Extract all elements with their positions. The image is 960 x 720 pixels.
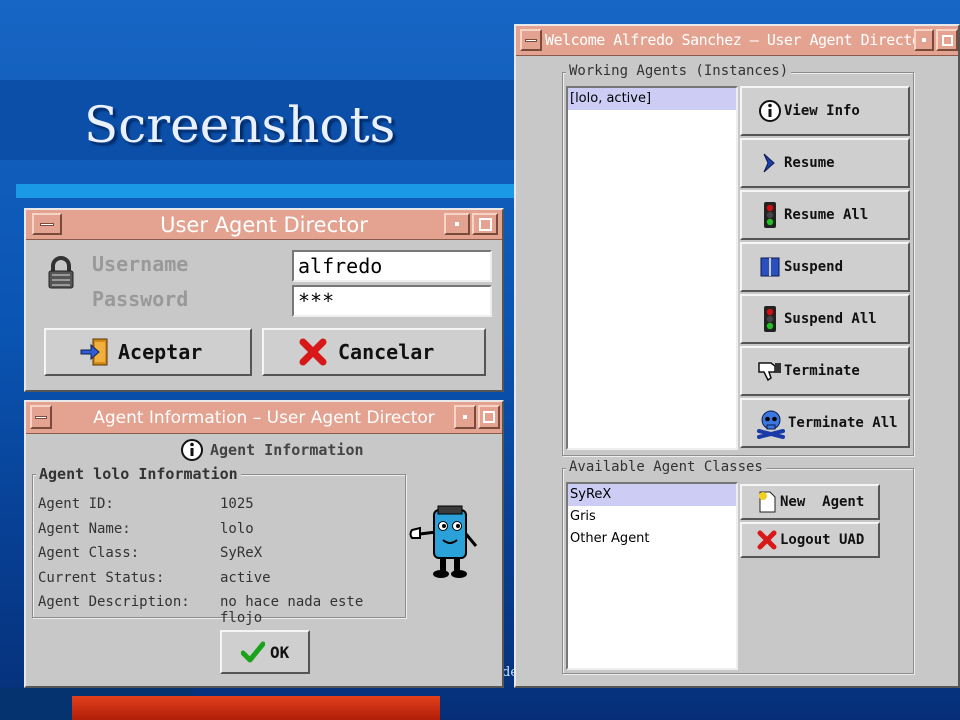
suspend-button[interactable]: Suspend <box>740 242 910 292</box>
square-icon <box>478 217 492 231</box>
lock-icon <box>48 256 74 289</box>
info-row-key: Agent Name: <box>38 520 131 537</box>
info-row-value: SyReX <box>220 545 263 561</box>
accept-label: Aceptar <box>118 340 203 364</box>
list-item[interactable]: SyReX <box>568 484 736 506</box>
maximize-button[interactable] <box>478 405 500 429</box>
slide-red-bar <box>72 696 440 720</box>
agent-classes-list[interactable]: SyReX Gris Other Agent <box>566 482 738 670</box>
director-titlebar: Welcome Alfredo Sanchez – User Agent Dir… <box>516 26 958 56</box>
dot-icon <box>455 222 459 226</box>
square-icon <box>941 34 953 46</box>
list-item[interactable]: [lolo, active] <box>568 88 736 110</box>
cancel-button[interactable]: Cancelar <box>262 328 486 376</box>
resume-label: Resume <box>784 155 835 171</box>
info-row-key: Agent ID: <box>38 496 114 512</box>
maximize-button[interactable] <box>936 29 958 51</box>
pause-icon <box>756 257 784 277</box>
list-item[interactable]: Gris <box>568 506 736 528</box>
agent-info-window: Agent Information – User Agent Director … <box>24 400 504 688</box>
cancel-label: Cancelar <box>338 340 435 364</box>
view-info-label: View Info <box>784 103 860 119</box>
agent-info-rows: Agent ID: 1025 Agent Name: lolo Agent Class:… <box>30 496 410 626</box>
info-header: Agent Information <box>180 438 364 462</box>
password-label: Password <box>92 287 189 311</box>
checkmark-icon <box>240 641 266 663</box>
dot-icon <box>922 38 926 42</box>
resume-button[interactable]: Resume <box>740 138 910 188</box>
info-row-key: Current Status: <box>38 569 165 586</box>
chevron-right-icon <box>756 152 784 174</box>
resume-all-button[interactable]: Resume All <box>740 190 910 240</box>
minimize-button[interactable] <box>454 405 476 429</box>
director-window-title: Welcome Alfredo Sanchez – User Agent Dir… <box>545 31 929 49</box>
info-circle-icon <box>181 439 203 461</box>
login-window-title: User Agent Director <box>160 213 368 237</box>
info-header-label: Agent Information <box>210 441 364 459</box>
new-agent-button[interactable]: New Agent <box>740 484 880 520</box>
suspend-label: Suspend <box>784 259 844 275</box>
password-input[interactable]: *** <box>292 285 492 317</box>
red-x-icon <box>754 530 780 550</box>
suspend-all-button[interactable]: Suspend All <box>740 294 910 344</box>
dot-icon <box>463 415 467 419</box>
minimize-button[interactable] <box>444 213 470 235</box>
info-row-value: 1025 <box>220 496 254 512</box>
terminate-all-button[interactable]: Terminate All <box>740 398 910 448</box>
director-window: Welcome Alfredo Sanchez – User Agent Dir… <box>514 24 960 688</box>
thumbs-down-icon <box>756 360 784 382</box>
logout-button[interactable]: Logout UAD <box>740 522 880 558</box>
info-row-key: Agent Class: <box>38 545 140 561</box>
view-info-button[interactable]: View Info <box>740 86 910 136</box>
username-label: Username <box>92 252 189 276</box>
working-agents-list[interactable]: [lolo, active] <box>566 86 738 450</box>
list-item[interactable]: Other Agent <box>568 528 736 550</box>
minimize-button[interactable] <box>914 29 934 51</box>
terminate-button[interactable]: Terminate <box>740 346 910 396</box>
agent-mascot-icon <box>409 505 478 578</box>
ok-button[interactable]: OK <box>220 630 310 674</box>
info-titlebar: Agent Information – User Agent Director <box>26 402 502 434</box>
accept-button[interactable]: Aceptar <box>44 328 252 376</box>
login-titlebar: User Agent Director <box>26 210 502 240</box>
square-icon <box>483 411 495 423</box>
agent-classes-group-label: Available Agent Classes <box>566 459 766 475</box>
info-row-value: lolo <box>220 520 254 537</box>
traffic-light-icon <box>756 305 784 333</box>
slide-stripe <box>16 184 516 198</box>
info-row-value: no hace nada este flojo <box>220 594 364 626</box>
working-agents-group-label: Working Agents (Instances) <box>566 63 792 79</box>
red-x-icon <box>294 337 332 367</box>
new-document-icon <box>754 490 780 514</box>
new-agent-label: New Agent <box>780 494 865 510</box>
suspend-all-label: Suspend All <box>784 311 877 327</box>
terminate-all-label: Terminate All <box>788 415 898 431</box>
traffic-light-icon <box>756 201 784 229</box>
logout-label: Logout UAD <box>780 532 865 548</box>
info-row-value: active <box>220 569 271 586</box>
ok-label: OK <box>270 642 290 662</box>
maximize-button[interactable] <box>472 213 498 235</box>
username-input[interactable]: alfredo <box>292 250 492 282</box>
door-enter-icon <box>76 336 114 368</box>
login-window: User Agent Director Username Password al… <box>24 208 504 392</box>
skull-crossbones-icon <box>754 407 788 439</box>
agent-info-group-label: Agent lolo Information <box>36 465 241 483</box>
info-row-key: Agent Description: <box>38 594 190 610</box>
terminate-label: Terminate <box>784 363 860 379</box>
slide-title: Screenshots <box>84 96 396 154</box>
info-window-title: Agent Information – User Agent Director <box>93 408 435 428</box>
resume-all-label: Resume All <box>784 207 869 223</box>
info-circle-icon <box>756 99 784 123</box>
